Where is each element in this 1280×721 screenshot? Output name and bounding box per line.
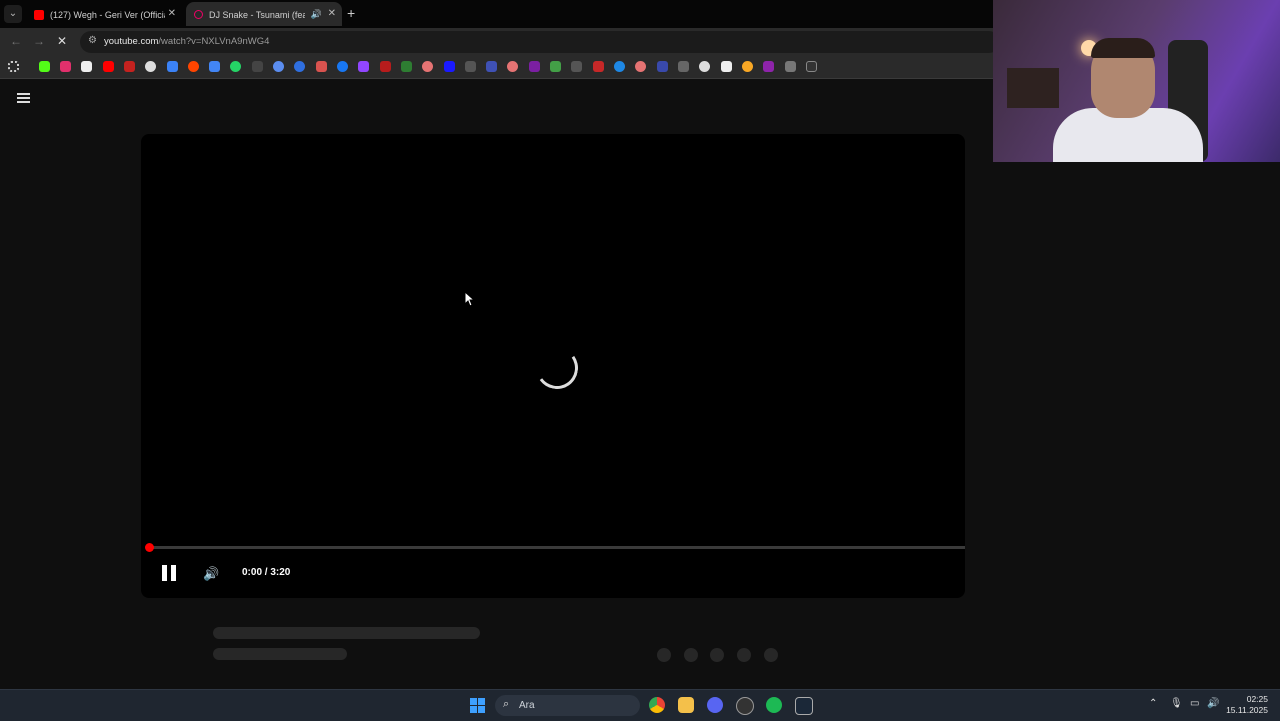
url-text: youtube.com/watch?v=NXLVnA9nWG4 <box>104 36 270 47</box>
x-bookmark-icon[interactable] <box>81 61 92 72</box>
bookmark-icon[interactable] <box>507 61 518 72</box>
apps-grid-icon[interactable] <box>8 61 19 72</box>
youtube-favicon-icon <box>34 9 44 20</box>
title-placeholder <box>213 627 480 639</box>
action-placeholder <box>737 648 751 662</box>
bookmark-icon[interactable] <box>465 61 476 72</box>
loading-spinner-icon <box>532 343 582 393</box>
forward-arrow-icon[interactable]: → <box>33 34 45 48</box>
pause-icon[interactable] <box>161 565 177 581</box>
search-icon: ⌕ <box>503 698 510 710</box>
bookmark-icon[interactable] <box>593 61 604 72</box>
time-display: 0:00 / 3:20 <box>242 567 291 578</box>
video-player[interactable]: 🔊 0:00 / 3:20 <box>141 134 965 598</box>
new-tab-button[interactable]: + <box>347 5 355 21</box>
clock-time: 02:25 <box>1246 694 1268 704</box>
gmail-bookmark-icon[interactable] <box>124 61 135 72</box>
kick-bookmark-icon[interactable] <box>39 61 50 72</box>
bookmark-icon[interactable] <box>785 61 796 72</box>
network-icon[interactable]: ▭ <box>1190 698 1199 709</box>
speaker-icon[interactable]: 🔊 <box>1207 698 1219 709</box>
webcam-overlay <box>993 0 1280 162</box>
subtitle-placeholder <box>213 648 347 660</box>
youtube-bookmark-icon[interactable] <box>103 61 114 72</box>
whatsapp-bookmark-icon[interactable] <box>230 61 241 72</box>
chrome-taskbar-icon[interactable] <box>649 697 665 713</box>
bookmark-icon[interactable] <box>678 61 689 72</box>
spotify-taskbar-icon[interactable] <box>766 697 782 713</box>
bookmark-icon[interactable] <box>401 61 412 72</box>
bookmark-icon[interactable] <box>614 61 625 72</box>
bookmark-icon[interactable] <box>571 61 582 72</box>
bookmark-icon[interactable] <box>167 61 178 72</box>
tab-title: DJ Snake - Tsunami (feat. Fu <box>209 9 305 20</box>
bookmark-icon[interactable] <box>806 61 817 72</box>
volume-icon[interactable]: 🔊 <box>203 566 219 582</box>
bookmark-icon[interactable] <box>550 61 561 72</box>
close-tab-icon[interactable]: ✕ <box>168 2 176 26</box>
taskbar-search[interactable]: ⌕ Ara <box>495 695 640 716</box>
hamburger-menu-icon[interactable] <box>17 93 30 103</box>
bookmark-icon[interactable] <box>380 61 391 72</box>
progress-bar[interactable] <box>149 546 965 549</box>
bookmark-icon[interactable] <box>294 61 305 72</box>
openai-bookmark-icon[interactable] <box>699 61 710 72</box>
action-placeholder <box>657 648 671 662</box>
tab-dj-snake[interactable]: DJ Snake - Tsunami (feat. Fu 🔊 ✕ <box>186 2 342 26</box>
steam-taskbar-icon[interactable] <box>795 697 813 715</box>
bookmark-icon[interactable] <box>252 61 263 72</box>
stop-reload-icon[interactable]: ✕ <box>57 34 67 48</box>
webcam-shelf <box>1007 68 1059 108</box>
instagram-bookmark-icon[interactable] <box>60 61 71 72</box>
app-taskbar-icon[interactable] <box>736 697 754 715</box>
bookmark-icon[interactable] <box>486 61 497 72</box>
scrubber-handle[interactable] <box>145 543 154 552</box>
search-placeholder: Ara <box>519 700 535 711</box>
close-tab-icon[interactable]: ✕ <box>328 2 336 26</box>
action-placeholder <box>684 648 698 662</box>
address-bar[interactable]: ⚙ youtube.com/watch?v=NXLVnA9nWG4 <box>80 31 1000 53</box>
tab-wegh[interactable]: (127) Wegh - Geri Ver (Official M ✕ <box>26 2 182 26</box>
tab-audio-icon[interactable]: 🔊 <box>311 2 322 26</box>
bookmark-icon[interactable] <box>742 61 753 72</box>
tab-search-button[interactable]: ⌄ <box>4 5 22 23</box>
mouse-cursor-icon <box>464 291 476 307</box>
facebook-bookmark-icon[interactable] <box>337 61 348 72</box>
bookmark-icon[interactable] <box>721 61 732 72</box>
webcam-person-hair <box>1091 38 1155 58</box>
action-placeholder <box>764 648 778 662</box>
bookmark-icon[interactable] <box>657 61 668 72</box>
chatgpt-bookmark-icon[interactable] <box>145 61 156 72</box>
discord-taskbar-icon[interactable] <box>707 697 723 713</box>
windows-start-icon[interactable] <box>470 698 485 713</box>
reddit-bookmark-icon[interactable] <box>188 61 199 72</box>
bookmark-icon[interactable] <box>763 61 774 72</box>
file-explorer-taskbar-icon[interactable] <box>678 697 694 713</box>
translate-bookmark-icon[interactable] <box>209 61 220 72</box>
back-arrow-icon[interactable]: ← <box>10 34 22 48</box>
windows-taskbar: ⌕ Ara ⌃ 🎙 ▭ 🔊 02:25 15.11.2025 <box>0 689 1280 721</box>
bookmark-icon[interactable] <box>529 61 540 72</box>
clock-date: 15.11.2025 <box>1226 705 1268 715</box>
tab-title: (127) Wegh - Geri Ver (Official M <box>50 9 165 20</box>
action-placeholder <box>710 648 724 662</box>
microphone-icon[interactable]: 🎙 <box>1170 698 1183 709</box>
loading-favicon-icon <box>194 10 203 20</box>
twitch-bookmark-icon[interactable] <box>358 61 369 72</box>
bookmark-icon[interactable] <box>444 61 455 72</box>
bookmark-icon[interactable] <box>316 61 327 72</box>
bookmark-icon[interactable] <box>273 61 284 72</box>
bookmark-icon[interactable] <box>635 61 646 72</box>
tune-icon[interactable]: ⚙ <box>88 35 97 46</box>
show-hidden-icons-icon[interactable]: ⌃ <box>1149 698 1157 709</box>
system-clock[interactable]: 02:25 15.11.2025 <box>1226 694 1268 716</box>
bookmark-icon[interactable] <box>422 61 433 72</box>
